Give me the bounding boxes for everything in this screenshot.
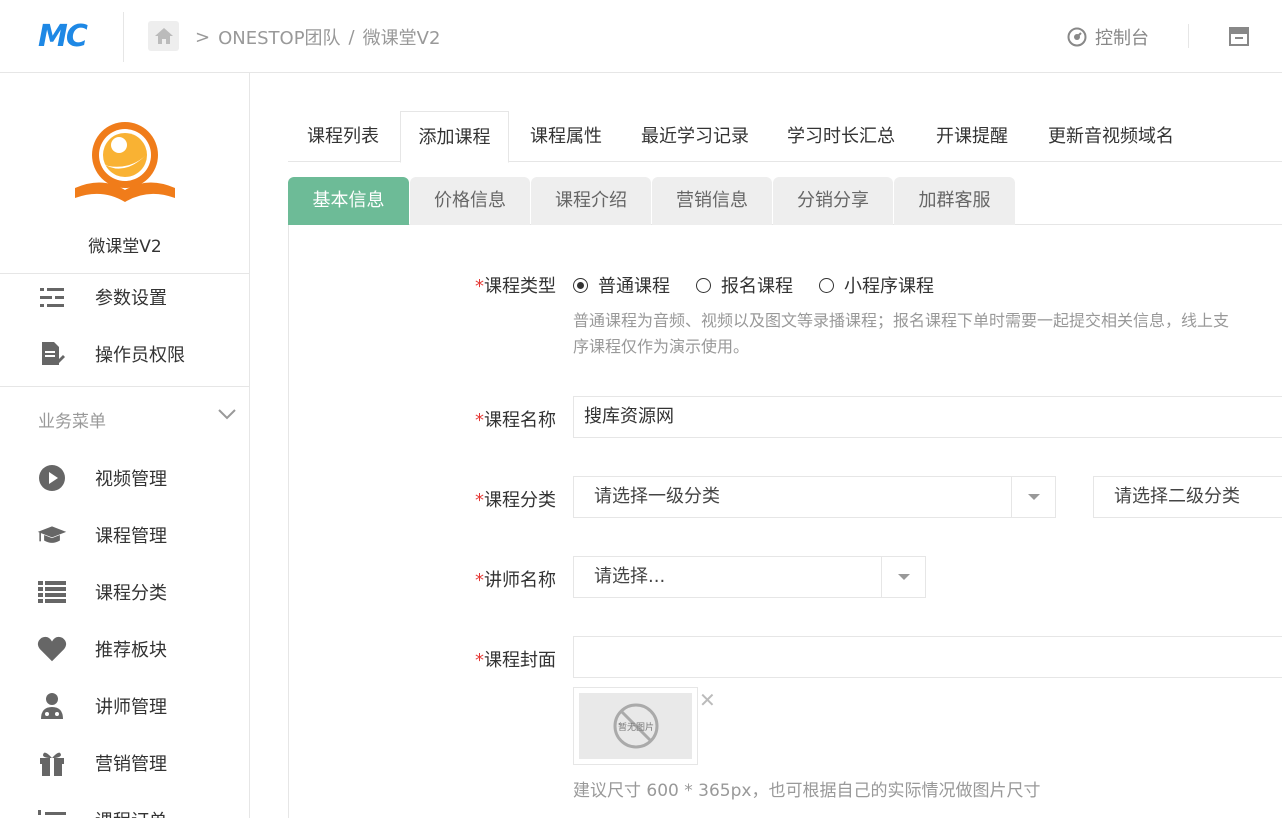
caret-down-icon [1027, 494, 1040, 500]
no-image-placeholder: 暂无图片 [579, 693, 692, 759]
sidebar-item-category[interactable]: 课程分类 [0, 572, 249, 612]
radio-dot[interactable] [696, 277, 711, 293]
main-tabs: 课程列表 添加课程 课程属性 最近学习记录 学习时长汇总 开课提醒 更新音视频域… [288, 111, 1282, 163]
dropdown-arrow[interactable] [881, 557, 925, 597]
subtab-basic-info[interactable]: 基本信息 [288, 177, 409, 225]
sidebar-item-marketing[interactable]: 营销管理 [0, 743, 249, 783]
graduation-cap-icon [37, 520, 67, 550]
brand-name: 微课堂V2 [88, 237, 162, 257]
subtab-course-intro[interactable]: 课程介绍 [531, 177, 651, 225]
tab-class-reminder[interactable]: 开课提醒 [920, 111, 1024, 162]
gift-icon [37, 748, 67, 778]
document-edit-icon [37, 339, 67, 369]
course-category-label: *课程分类 [475, 490, 556, 511]
play-circle-icon [37, 463, 67, 493]
heart-icon [37, 634, 67, 664]
dashboard-icon [1067, 27, 1087, 47]
sidebar-item-label: 课程管理 [95, 526, 167, 547]
subtab-group-service[interactable]: 加群客服 [894, 177, 1015, 225]
sidebar-item-params[interactable]: 参数设置 [0, 277, 249, 317]
course-name-input[interactable]: 搜库资源网 [573, 396, 1282, 438]
sidebar-item-recommend[interactable]: 推荐板块 [0, 629, 249, 669]
no-image-text: 暂无图片 [617, 721, 653, 733]
radio-signup-course[interactable]: 报名课程 [696, 272, 793, 298]
sidebar-item-operator[interactable]: 操作员权限 [0, 334, 249, 374]
breadcrumb-slash: / [348, 26, 355, 48]
course-type-help-line1: 普通课程为音频、视频以及图文等录播课程；报名课程下单时需要一起提交相关信息，线上… [573, 311, 1230, 330]
console-label: 控制台 [1095, 28, 1149, 49]
breadcrumb-app[interactable]: 微课堂V2 [363, 24, 441, 50]
sidebar-item-teacher[interactable]: 讲师管理 [0, 686, 249, 726]
sidebar-item-label: 推荐板块 [95, 640, 167, 661]
sidebar: 微课堂V2 参数设置 操作员权限 业务菜单 视频管理 课程管理 课程分类 推荐板… [0, 73, 250, 818]
tab-course-attributes[interactable]: 课程属性 [511, 111, 621, 162]
store-icon [1229, 27, 1249, 46]
sidebar-item-label: 营销管理 [95, 754, 167, 775]
dropdown-arrow[interactable] [1011, 477, 1055, 517]
required-mark: * [475, 276, 484, 297]
course-cover-label: *课程封面 [475, 650, 556, 671]
sidebar-item-label: 课程分类 [95, 583, 167, 604]
sidebar-item-label: 课程订单 [95, 807, 167, 818]
header-divider [123, 12, 124, 62]
sidebar-item-label: 讲师管理 [95, 697, 167, 718]
caret-down-icon [897, 574, 910, 580]
console-link[interactable]: 控制台 [1067, 24, 1149, 50]
sub-tabs: 基本信息 价格信息 课程介绍 营销信息 分销分享 加群客服 [288, 177, 1282, 225]
sidebar-group-label[interactable]: 业务菜单 [38, 407, 106, 432]
tab-study-duration[interactable]: 学习时长汇总 [776, 111, 906, 162]
sidebar-divider [0, 386, 249, 387]
brand-logo-icon [72, 118, 178, 208]
home-icon [154, 28, 173, 44]
top-header: MC > ONESTOP团队 / 微课堂V2 控制台 [0, 0, 1282, 73]
course-name-label: *课程名称 [475, 410, 556, 431]
course-type-radio-group: 普通课程 报名课程 小程序课程 [573, 272, 960, 298]
ordered-list-icon [37, 805, 67, 818]
breadcrumb: > ONESTOP团队 / 微课堂V2 [195, 24, 440, 50]
course-type-help-line2: 序课程仅作为演示使用。 [573, 337, 750, 356]
subtab-marketing-info[interactable]: 营销信息 [652, 177, 772, 225]
tab-add-course[interactable]: 添加课程 [400, 111, 509, 163]
remove-cover-close-icon[interactable]: ✕ [699, 690, 716, 710]
course-type-label: *课程类型 [475, 276, 556, 297]
sidebar-divider [0, 273, 249, 274]
teacher-select[interactable]: 请选择... [573, 556, 926, 598]
tab-course-list[interactable]: 课程列表 [288, 111, 398, 162]
sidebar-item-orders[interactable]: 课程订单 [0, 800, 249, 818]
subtab-distribution[interactable]: 分销分享 [773, 177, 893, 225]
list-icon [37, 577, 67, 607]
radio-dot[interactable] [819, 277, 834, 293]
header-divider [1188, 24, 1189, 48]
cover-help-text: 建议尺寸 600 * 365px，也可根据自己的实际情况做图片尺寸 [573, 781, 1041, 801]
sliders-icon [37, 282, 67, 312]
chevron-down-icon[interactable] [218, 405, 236, 424]
category-level2-select[interactable]: 请选择二级分类 [1093, 476, 1282, 518]
no-image-icon: 暂无图片 [613, 703, 658, 749]
cover-preview[interactable]: 暂无图片 [573, 687, 698, 765]
subtab-price-info[interactable]: 价格信息 [410, 177, 530, 225]
home-button[interactable] [148, 21, 179, 51]
breadcrumb-separator: > [195, 26, 211, 48]
category-level1-select[interactable]: 请选择一级分类 [573, 476, 1056, 518]
radio-normal-course[interactable]: 普通课程 [573, 272, 670, 298]
tab-recent-records[interactable]: 最近学习记录 [630, 111, 760, 162]
radio-miniprogram-course[interactable]: 小程序课程 [819, 272, 934, 298]
course-cover-input[interactable] [573, 636, 1282, 678]
breadcrumb-team[interactable]: ONESTOP团队 [218, 24, 340, 50]
teacher-icon [37, 691, 67, 721]
app-logo[interactable]: MC [38, 20, 100, 54]
sidebar-item-video[interactable]: 视频管理 [0, 458, 249, 498]
teacher-name-label: *讲师名称 [475, 570, 556, 591]
sidebar-item-label: 视频管理 [95, 469, 167, 490]
sidebar-item-course[interactable]: 课程管理 [0, 515, 249, 555]
store-button[interactable] [1228, 26, 1250, 50]
radio-dot-checked[interactable] [573, 277, 588, 293]
tab-update-domain[interactable]: 更新音视频域名 [1038, 111, 1184, 162]
sidebar-item-label: 参数设置 [95, 288, 167, 309]
sidebar-item-label: 操作员权限 [95, 345, 185, 366]
